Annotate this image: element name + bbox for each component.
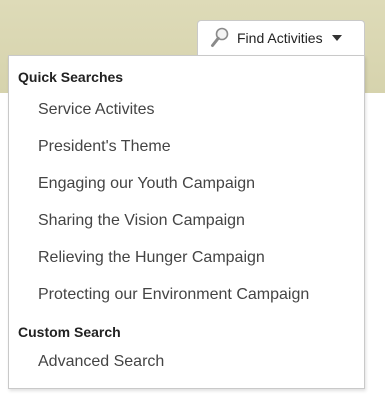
find-activities-label: Find Activities <box>237 30 323 46</box>
custom-search-header: Custom Search <box>18 324 121 340</box>
menu-item-service-activites[interactable]: Service Activites <box>38 101 154 119</box>
menu-item-presidents-theme[interactable]: President's Theme <box>38 138 171 156</box>
menu-item-protecting-our-environment-campaign[interactable]: Protecting our Environment Campaign <box>38 286 309 304</box>
find-activities-button[interactable]: Find Activities <box>197 20 365 55</box>
chevron-down-icon <box>331 35 342 41</box>
page: Find Activities Quick Searches Service A… <box>0 0 385 397</box>
menu-item-relieving-the-hunger-campaign[interactable]: Relieving the Hunger Campaign <box>38 249 265 267</box>
find-activities-menu: Quick Searches Service Activites Preside… <box>8 55 365 389</box>
quick-searches-header: Quick Searches <box>18 69 124 85</box>
search-icon <box>210 27 230 49</box>
menu-item-sharing-the-vision-campaign[interactable]: Sharing the Vision Campaign <box>38 212 245 230</box>
menu-item-advanced-search[interactable]: Advanced Search <box>38 353 164 371</box>
menu-item-engaging-our-youth-campaign[interactable]: Engaging our Youth Campaign <box>38 175 255 193</box>
